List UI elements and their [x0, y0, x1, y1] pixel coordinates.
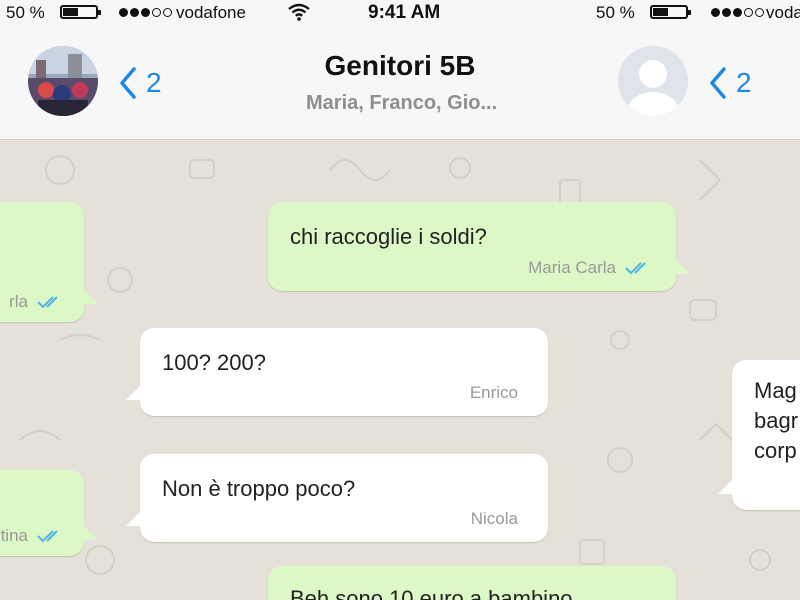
message-bubble[interactable]: 100? 200? Enrico — [140, 328, 548, 416]
bubble-tail — [84, 526, 98, 540]
message-sender: Maria Carla — [528, 258, 654, 278]
bubble-tail — [126, 386, 140, 400]
message-sender: Enrico — [469, 383, 518, 402]
chat-title[interactable]: Genitori 5B — [250, 50, 550, 82]
person-placeholder-icon — [618, 46, 688, 116]
chevron-left-icon — [710, 67, 726, 99]
carrier-name: vodafone — [176, 3, 246, 22]
carrier-name-2: vodafone — [766, 3, 800, 22]
message-sender: tina — [1, 526, 66, 546]
chat-header: 2 Genitori 5B Maria, Franco, Gio... 2 — [0, 26, 800, 140]
bubble-tail — [126, 512, 140, 526]
battery-percent: 50 % — [6, 3, 45, 22]
chat-participants[interactable]: Maria, Franco, Gio... — [250, 92, 570, 115]
message-bubble[interactable]: Non è troppo poco? Nicola — [140, 454, 548, 542]
battery-icon-2 — [650, 5, 691, 19]
message-sender: rla — [9, 292, 66, 312]
message-text: 100? 200? — [162, 350, 266, 375]
contact-avatar[interactable] — [618, 46, 688, 116]
double-check-icon — [37, 530, 58, 543]
message-sender: Nicola — [470, 509, 518, 528]
message-text: Non è troppo poco? — [162, 476, 356, 501]
message-bubble-partial[interactable]: tina — [0, 470, 84, 556]
double-check-icon — [625, 262, 646, 275]
signal-icon-2 — [711, 8, 764, 17]
wifi-icon — [288, 3, 310, 21]
message-text: Beh sono 10 euro a bambino — [290, 586, 573, 600]
signal-icon — [119, 8, 172, 17]
unread-count: 2 — [146, 67, 162, 98]
unread-count-2: 2 — [736, 67, 752, 98]
message-bubble-partial[interactable]: Beh sono 10 euro a bambino — [268, 566, 676, 600]
clock: 9:41 AM — [368, 2, 441, 23]
message-bubble[interactable]: chi raccoglie i soldi? Maria Carla — [268, 202, 676, 291]
group-avatar[interactable] — [28, 46, 98, 116]
status-bar: 50 % vodafone 9:41 AM 50 % vodafone — [0, 0, 800, 26]
message-text: chi raccoglie i soldi? — [290, 224, 487, 249]
back-button[interactable]: 2 — [118, 66, 162, 100]
message-list[interactable]: rla chi raccoglie i soldi? Maria Carla 1… — [0, 140, 800, 600]
back-button-2[interactable]: 2 — [708, 66, 752, 100]
message-text-line: Mag — [754, 378, 797, 403]
message-bubble-partial[interactable]: Mag bagr corp — [732, 360, 800, 510]
bubble-tail — [676, 260, 690, 274]
message-bubble-partial[interactable]: rla — [0, 202, 84, 322]
battery-percent-2: 50 % — [596, 3, 635, 22]
message-text-line: corp — [754, 438, 797, 463]
chevron-left-icon — [120, 67, 136, 99]
battery-icon — [60, 5, 101, 19]
bubble-tail — [718, 480, 732, 494]
message-text-line: bagr — [754, 408, 799, 433]
bubble-tail — [84, 290, 98, 304]
double-check-icon — [37, 296, 58, 309]
